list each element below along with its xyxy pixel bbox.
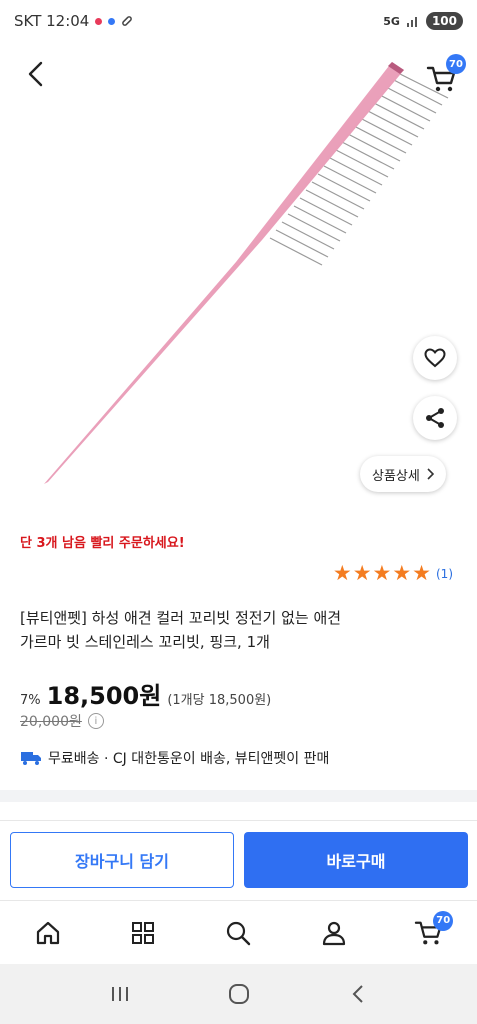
nav-my-account[interactable] [310,909,358,957]
star-icon: ★ [392,561,412,585]
notification-dot-icon [95,17,103,25]
network-label: 5G [383,14,400,28]
info-icon[interactable]: i [87,713,104,729]
recent-apps-button[interactable] [100,974,140,1014]
user-icon [322,921,345,945]
notification-dot-icon [108,17,116,25]
status-right: 5G 100 [383,12,463,30]
recent-apps-icon [111,987,128,1001]
nav-category[interactable] [119,909,167,957]
review-count[interactable]: (1) [436,567,453,581]
sale-price: 18,500원 [46,682,162,710]
signal-icon [406,17,417,27]
star-icon: ★ [352,561,372,585]
cart-count-badge: 70 [446,54,466,74]
wishlist-button[interactable] [413,336,457,380]
section-divider [0,790,477,802]
nav-search[interactable] [214,909,262,957]
chevron-left-icon [28,61,43,87]
system-back-button[interactable] [338,974,378,1014]
product-detail-button[interactable]: 상품상세 [360,456,446,492]
add-to-cart-button[interactable]: 장바구니 담기 [10,832,234,888]
nav-home[interactable] [24,909,72,957]
status-bar: SKT 12:04 5G 100 [0,0,477,42]
carrier-time: SKT 12:04 [14,12,90,30]
star-icon: ★ [412,561,431,585]
price-row: 7% 18,500원 (1개당 18,500원) [20,676,271,711]
rating[interactable]: ★ ★ ★ ★ ★ (1) [333,563,453,584]
bottom-nav: 70 [0,900,477,964]
cart-button[interactable]: 70 [424,54,468,98]
status-left: SKT 12:04 [14,12,133,30]
chevron-right-icon [427,468,434,480]
heart-icon [424,348,446,368]
search-icon [227,921,251,945]
star-icon: ★ [332,561,352,585]
product-title-line: 가르마 빗 스테인레스 꼬리빗, 핑크, 1개 [20,633,270,651]
shipping-text: 무료배송 · CJ 대한통운이 배송, 뷰티앤펫이 판매 [48,751,330,767]
discount-rate: 7% [20,693,41,708]
truck-icon [21,752,41,765]
cta-bar: 장바구니 담기 바로구매 [0,820,477,900]
system-navigation-bar [0,964,477,1024]
star-icon: ★ [372,561,392,585]
home-circle-icon [228,984,249,1004]
share-icon [426,408,444,428]
product-detail-label: 상품상세 [372,468,420,484]
unit-price: (1개당 18,500원) [167,693,272,708]
share-button[interactable] [413,396,457,440]
product-image [44,62,449,484]
original-price: 20,000원 [20,714,82,730]
original-price-row: 20,000원 i [20,711,104,731]
home-system-button[interactable] [219,974,259,1014]
back-button[interactable] [18,56,54,92]
stock-alert: 단 3개 남음 빨리 주문하세요! [20,536,185,551]
home-icon [36,921,59,944]
back-arrow-icon [352,985,363,1003]
shipping-info: 무료배송 · CJ 대한통운이 배송, 뷰티앤펫이 판매 [20,748,329,768]
buy-now-button[interactable]: 바로구매 [244,832,468,888]
product-title-line: [뷰티앤펫] 하성 애견 컬러 꼬리빗 정전기 없는 애견 [20,609,342,627]
grid-icon [132,921,155,944]
battery-level: 100 [425,12,463,30]
nav-cart[interactable]: 70 [405,909,454,957]
pill-icon [122,16,133,26]
cart-count-badge: 70 [433,910,454,931]
product-title: [뷰티앤펫] 하성 애견 컬러 꼬리빗 정전기 없는 애견 가르마 빗 스테인레… [20,606,460,654]
